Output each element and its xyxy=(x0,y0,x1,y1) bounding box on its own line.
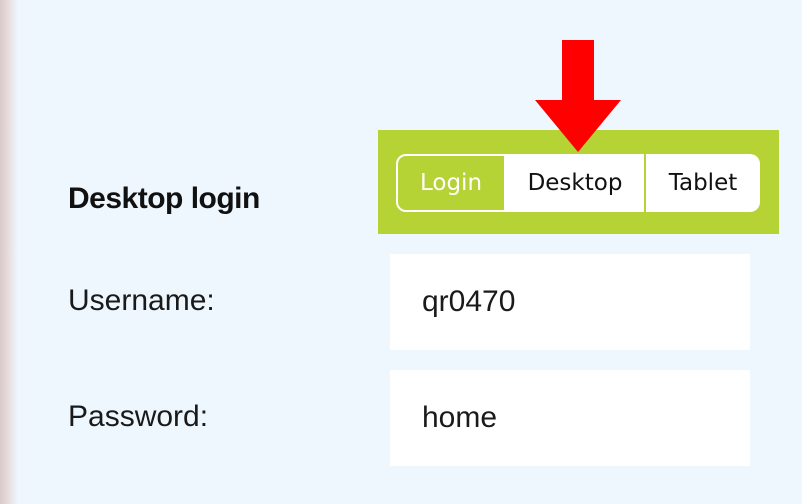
username-value: qr0470 xyxy=(422,285,516,318)
username-label: Username: xyxy=(68,284,215,317)
page-title: Desktop login xyxy=(68,182,260,215)
mode-tablet-button[interactable]: Tablet xyxy=(646,154,760,212)
password-label: Password: xyxy=(68,400,209,433)
password-field[interactable]: home xyxy=(390,370,750,466)
left-edge-background xyxy=(0,0,18,504)
mode-desktop-button[interactable]: Desktop xyxy=(506,154,644,212)
username-field[interactable]: qr0470 xyxy=(390,254,750,350)
mode-login-label: Login xyxy=(419,170,483,196)
password-value: home xyxy=(422,401,498,434)
mode-login-button[interactable]: Login xyxy=(396,154,506,212)
mode-desktop-label: Desktop xyxy=(527,170,623,196)
mode-tablet-label: Tablet xyxy=(668,170,738,196)
red-arrow-down-icon xyxy=(535,40,621,152)
